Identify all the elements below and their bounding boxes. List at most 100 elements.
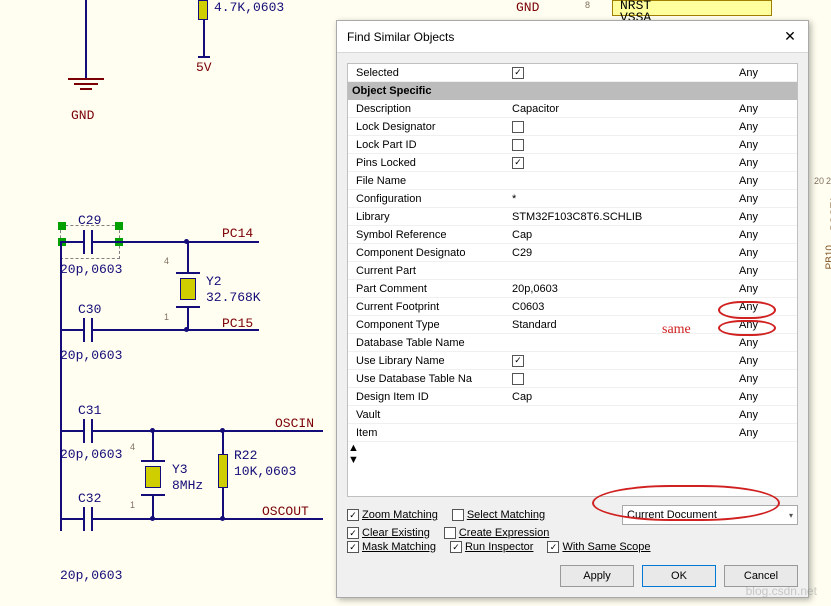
row-selected-constraint[interactable]: Any	[735, 67, 797, 79]
property-row[interactable]: Design Item IDCapAny	[348, 388, 797, 406]
opt-with-same-scope[interactable]: ✓With Same Scope	[547, 541, 650, 553]
scope-dropdown[interactable]: Current Document▾	[622, 505, 798, 525]
property-checkbox[interactable]	[512, 373, 524, 385]
property-constraint[interactable]: Any	[735, 355, 797, 367]
property-row[interactable]: Use Library Name✓Any	[348, 352, 797, 370]
opt-zoom-matching[interactable]: ✓Zoom Matching	[347, 509, 438, 521]
side-pin20: 20	[814, 176, 824, 186]
r22-value: 10K,0603	[234, 464, 296, 479]
selected-checkbox[interactable]: ✓	[512, 67, 524, 79]
property-constraint[interactable]: Any	[735, 121, 797, 133]
property-value[interactable]: Standard	[508, 319, 735, 331]
titlebar[interactable]: Find Similar Objects ✕	[337, 21, 808, 53]
property-row[interactable]: Use Database Table NaAny	[348, 370, 797, 388]
opt-clear-existing[interactable]: ✓Clear Existing	[347, 527, 430, 539]
property-row[interactable]: DescriptionCapacitorAny	[348, 100, 797, 118]
property-row[interactable]: Lock Part ID Any	[348, 136, 797, 154]
pin8: 8	[585, 0, 590, 10]
opt-run-inspector[interactable]: ✓Run Inspector	[450, 541, 533, 553]
property-constraint[interactable]: Any	[735, 157, 797, 169]
property-value[interactable]: Cap	[508, 229, 735, 241]
property-row[interactable]: Item Any	[348, 424, 797, 442]
property-row[interactable]: Configuration*Any	[348, 190, 797, 208]
opt-mask-matching[interactable]: ✓Mask Matching	[347, 541, 436, 553]
property-label: Pins Locked	[348, 157, 508, 169]
grid-scrollbar[interactable]: ▲ ▼	[348, 442, 797, 466]
property-value[interactable]: STM32F103C8T6.SCHLIB	[508, 211, 735, 223]
c32-ref: C32	[78, 491, 101, 506]
power-5v: 5V	[196, 60, 212, 75]
opt-select-matching[interactable]: Select Matching	[452, 509, 545, 521]
net-oscin: OSCIN	[275, 416, 314, 431]
property-row[interactable]: LibrarySTM32F103C8T6.SCHLIBAny	[348, 208, 797, 226]
property-row[interactable]: Database Table NameAny	[348, 334, 797, 352]
property-label: Part Comment	[348, 283, 508, 295]
properties-grid[interactable]: Selected ✓ Any Object Specific Descripti…	[347, 63, 798, 497]
apply-button[interactable]: Apply	[560, 565, 634, 587]
property-row[interactable]: Component DesignatoC29Any	[348, 244, 797, 262]
property-row[interactable]: Part Comment20p,0603Any	[348, 280, 797, 298]
property-row[interactable]: VaultAny	[348, 406, 797, 424]
property-constraint[interactable]: Any	[735, 103, 797, 115]
property-value[interactable]	[508, 373, 735, 385]
property-constraint[interactable]: Any	[735, 139, 797, 151]
property-value[interactable]	[508, 139, 735, 151]
property-value[interactable]: 20p,0603	[508, 283, 735, 295]
property-label: Library	[348, 211, 508, 223]
property-constraint[interactable]: Any	[735, 211, 797, 223]
property-row[interactable]: Component TypeStandardAny	[348, 316, 797, 334]
ok-button[interactable]: OK	[642, 565, 716, 587]
watermark: blog.csdn.net	[746, 584, 817, 598]
property-label: Lock Designator	[348, 121, 508, 133]
resistor-r22	[218, 454, 228, 488]
resistor-r-top	[198, 0, 208, 20]
close-icon[interactable]: ✕	[778, 28, 802, 45]
property-label: Description	[348, 103, 508, 115]
property-row[interactable]: Lock Designator Any	[348, 118, 797, 136]
property-checkbox[interactable]: ✓	[512, 355, 524, 367]
side-pin21: 21	[826, 176, 831, 186]
property-constraint[interactable]: Any	[735, 301, 797, 313]
scroll-down-icon[interactable]: ▼	[348, 454, 797, 466]
scroll-up-icon[interactable]: ▲	[348, 442, 797, 454]
bottom-value: 20p,0603	[60, 568, 122, 583]
crystal-y2	[176, 272, 200, 308]
property-constraint[interactable]: Any	[735, 391, 797, 403]
property-value[interactable]: *	[508, 193, 735, 205]
property-row[interactable]: Symbol ReferenceCapAny	[348, 226, 797, 244]
property-constraint[interactable]: Any	[735, 319, 797, 331]
section-object-specific[interactable]: Object Specific	[348, 82, 797, 100]
property-row[interactable]: Current PartAny	[348, 262, 797, 280]
property-checkbox[interactable]	[512, 139, 524, 151]
property-value[interactable]	[508, 121, 735, 133]
property-row[interactable]: Pins Locked ✓ Any	[348, 154, 797, 172]
property-value[interactable]: Capacitor	[508, 103, 735, 115]
property-constraint[interactable]: Any	[735, 265, 797, 277]
property-constraint[interactable]: Any	[735, 283, 797, 295]
property-value[interactable]: Cap	[508, 391, 735, 403]
property-constraint[interactable]: Any	[735, 373, 797, 385]
property-constraint[interactable]: Any	[735, 175, 797, 187]
property-constraint[interactable]: Any	[735, 193, 797, 205]
property-value[interactable]: C29	[508, 247, 735, 259]
property-row[interactable]: Current FootprintC0603Any	[348, 298, 797, 316]
c29-value: 20p,0603	[60, 262, 122, 277]
property-row[interactable]: File NameAny	[348, 172, 797, 190]
property-value[interactable]: C0603	[508, 301, 735, 313]
property-checkbox[interactable]	[512, 121, 524, 133]
property-constraint[interactable]: Any	[735, 409, 797, 421]
property-constraint[interactable]: Any	[735, 337, 797, 349]
property-checkbox[interactable]: ✓	[512, 157, 524, 169]
property-constraint[interactable]: Any	[735, 247, 797, 259]
opt-create-expression[interactable]: Create Expression	[444, 527, 550, 539]
c30-ref: C30	[78, 302, 101, 317]
property-value[interactable]: ✓	[508, 355, 735, 367]
property-label: Item	[348, 427, 508, 439]
chevron-down-icon: ▾	[789, 511, 793, 520]
property-constraint[interactable]: Any	[735, 229, 797, 241]
property-label: Lock Part ID	[348, 139, 508, 151]
c30-value: 20p,0603	[60, 348, 122, 363]
property-value[interactable]: ✓	[508, 157, 735, 169]
property-constraint[interactable]: Any	[735, 427, 797, 439]
net-oscout: OSCOUT	[262, 504, 309, 519]
